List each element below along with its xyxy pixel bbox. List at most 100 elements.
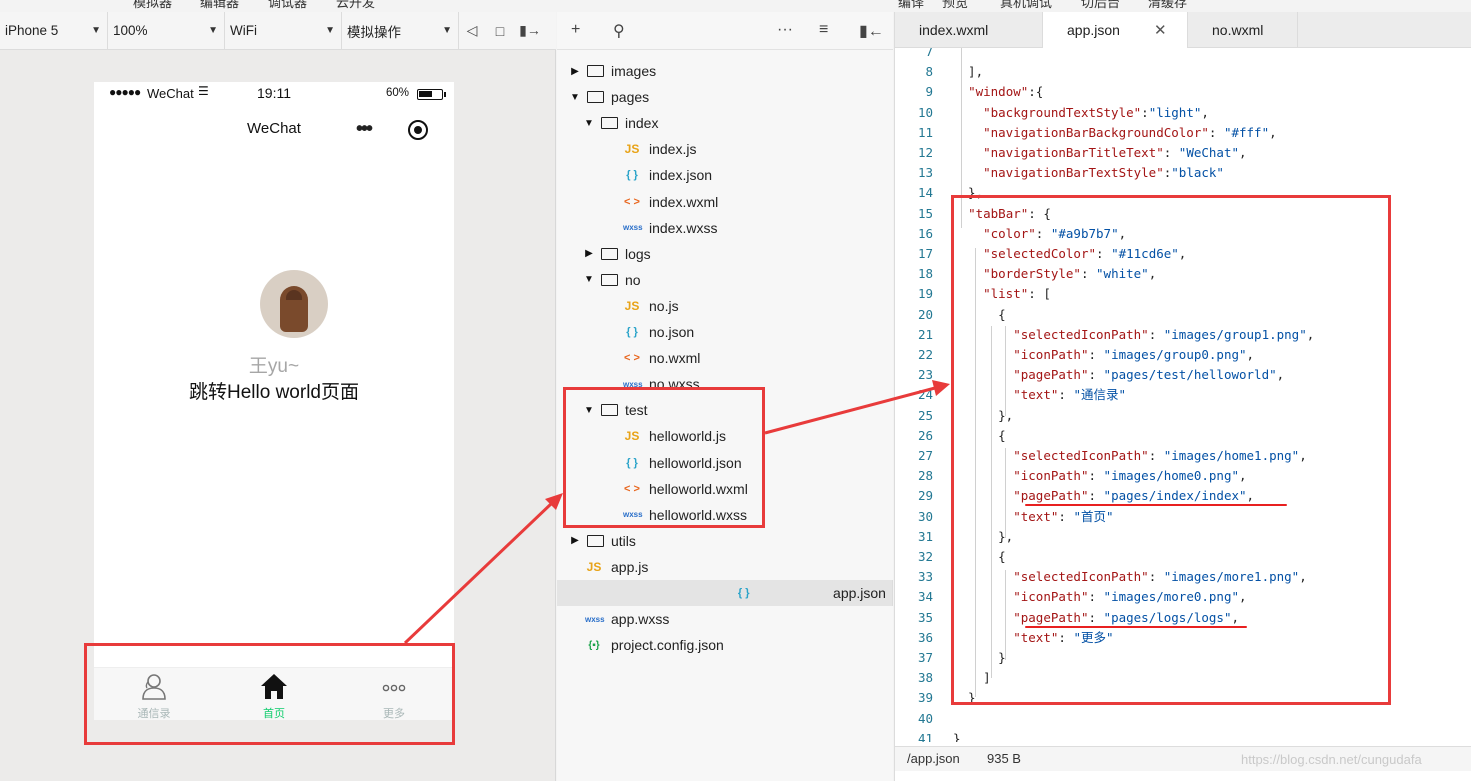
- line-number: 30: [917, 508, 933, 524]
- search-icon[interactable]: ⚲: [613, 21, 625, 41]
- tree-item[interactable]: {▪} project.config.json: [557, 632, 893, 658]
- add-file-icon[interactable]: +: [571, 21, 580, 39]
- network-label: WiFi: [230, 23, 257, 38]
- line-number: 16: [917, 225, 933, 241]
- line-source: }: [953, 730, 961, 742]
- tab-index-wxml[interactable]: index.wxml: [895, 12, 1043, 48]
- device-label: iPhone 5: [5, 23, 59, 38]
- js-file-icon: JS: [586, 559, 602, 574]
- menu-preview[interactable]: 预览: [942, 0, 968, 10]
- network-select[interactable]: WiFi ▼: [225, 11, 342, 50]
- tree-item[interactable]: ▼ no: [557, 267, 893, 293]
- line-number: 39: [917, 690, 933, 706]
- tree-item[interactable]: { } app.json: [557, 580, 893, 606]
- line-number: 10: [917, 104, 933, 120]
- line-number: 21: [917, 326, 933, 342]
- tree-item-label: logs: [625, 245, 651, 262]
- line-number: 33: [917, 569, 933, 585]
- tree-item[interactable]: ▶ utils: [557, 528, 893, 554]
- tree-item[interactable]: { } no.json: [557, 319, 893, 345]
- avatar[interactable]: [260, 270, 328, 338]
- line-number: 40: [917, 710, 933, 726]
- menu-editor[interactable]: 编辑器: [200, 0, 239, 10]
- line-number: 38: [917, 670, 933, 686]
- line-number: 34: [917, 589, 933, 605]
- collapse-icon[interactable]: ≡: [819, 21, 828, 39]
- annotation-box-tabbar: [84, 643, 455, 745]
- mute-icon[interactable]: ◁: [459, 12, 485, 50]
- chevron-down-icon[interactable]: ▼: [583, 118, 595, 129]
- tree-item-label: project.config.json: [611, 637, 724, 654]
- tab-no-wxml[interactable]: no.wxml: [1188, 12, 1298, 48]
- tree-item[interactable]: ▼ index: [557, 110, 893, 136]
- chevron-down-icon[interactable]: ▼: [569, 92, 581, 103]
- annotation-box-tabbar-json: [951, 195, 1391, 705]
- chevron-down-icon: ▼: [208, 25, 218, 36]
- watermark: https://blog.csdn.net/cungudafa: [1241, 752, 1422, 767]
- line-number: 12: [917, 145, 933, 160]
- json-file-icon: { }: [626, 169, 638, 182]
- line-number: 29: [917, 488, 933, 504]
- tree-item[interactable]: < > index.wxml: [557, 189, 893, 215]
- menu-remote-debug[interactable]: 真机调试: [1000, 0, 1052, 10]
- tree-item[interactable]: ▶ logs: [557, 241, 893, 267]
- tree-item-label: no.json: [649, 324, 695, 340]
- chevron-down-icon[interactable]: ▼: [583, 274, 595, 285]
- tree-item[interactable]: ▼ pages: [557, 84, 893, 110]
- chevron-right-icon[interactable]: ▶: [569, 535, 581, 546]
- wxml-file-icon: < >: [624, 195, 640, 208]
- menu-debugger[interactable]: 调试器: [268, 0, 307, 10]
- chevron-down-icon: ▼: [442, 25, 452, 36]
- line-number: 13: [917, 165, 933, 181]
- menu-clear-cache[interactable]: 清缓存: [1148, 0, 1187, 10]
- zoom-select[interactable]: 100% ▼: [108, 11, 225, 50]
- dock-right-icon[interactable]: ▮→: [515, 12, 545, 50]
- tab-app-json[interactable]: app.json ✕: [1043, 12, 1188, 48]
- menu-cloud[interactable]: 云开发: [336, 0, 375, 10]
- tree-item[interactable]: JS no.js: [557, 293, 893, 319]
- line-number: 35: [917, 609, 933, 625]
- tree-item-label: app.json: [833, 585, 886, 601]
- code-line: 41}: [895, 729, 1471, 742]
- line-number: 36: [917, 629, 933, 645]
- line-number: 28: [917, 468, 933, 484]
- tree-item-label: index: [625, 115, 659, 132]
- tab-label: index.wxml: [919, 22, 989, 38]
- tree-item[interactable]: JS app.js: [557, 554, 893, 580]
- more-options-icon[interactable]: ···: [777, 21, 793, 39]
- line-number: 27: [917, 448, 933, 463]
- capsule-close-icon[interactable]: [408, 120, 428, 140]
- clock-label: 19:11: [257, 85, 291, 101]
- more-dots-icon[interactable]: •••: [356, 118, 373, 141]
- code-line: 11 "navigationBarBackgroundColor": "#fff…: [895, 123, 1471, 143]
- close-icon[interactable]: ✕: [1154, 21, 1167, 39]
- line-number: 26: [917, 427, 933, 443]
- tree-item[interactable]: { } index.json: [557, 162, 893, 188]
- wxml-file-icon: < >: [624, 352, 640, 365]
- status-path: /app.json: [907, 751, 960, 766]
- tree-item[interactable]: wxss app.wxss: [557, 606, 893, 632]
- dock-left-icon[interactable]: ▮←: [859, 21, 884, 41]
- signal-icon: ●●●●●: [109, 85, 141, 99]
- wxss-file-icon: wxss: [585, 614, 605, 624]
- jump-link[interactable]: 跳转Hello world页面: [94, 377, 454, 404]
- tree-item-label: app.js: [611, 558, 649, 575]
- window-icon[interactable]: □: [485, 12, 515, 50]
- menu-compile[interactable]: 编译: [898, 0, 924, 10]
- line-source: "window":{: [968, 84, 1044, 100]
- tree-item[interactable]: wxss index.wxss: [557, 215, 893, 241]
- tree-item[interactable]: < > no.wxml: [557, 345, 893, 371]
- tree-item[interactable]: ▶ images: [557, 58, 893, 84]
- device-select[interactable]: iPhone 5 ▼: [0, 11, 108, 50]
- line-source: ],: [953, 64, 984, 80]
- chevron-right-icon[interactable]: ▶: [583, 248, 595, 259]
- tree-item[interactable]: JS index.js: [557, 136, 893, 162]
- menu-background[interactable]: 切后台: [1081, 0, 1120, 10]
- line-number: 37: [917, 650, 933, 665]
- zoom-label: 100%: [113, 23, 148, 38]
- operation-select[interactable]: 模拟操作 ▼: [342, 11, 459, 50]
- editor-tabs: index.wxml app.json ✕ no.wxml: [895, 12, 1471, 48]
- menu-simulator[interactable]: 模拟器: [133, 0, 172, 10]
- chevron-right-icon[interactable]: ▶: [569, 66, 581, 77]
- line-number: 31: [917, 528, 933, 544]
